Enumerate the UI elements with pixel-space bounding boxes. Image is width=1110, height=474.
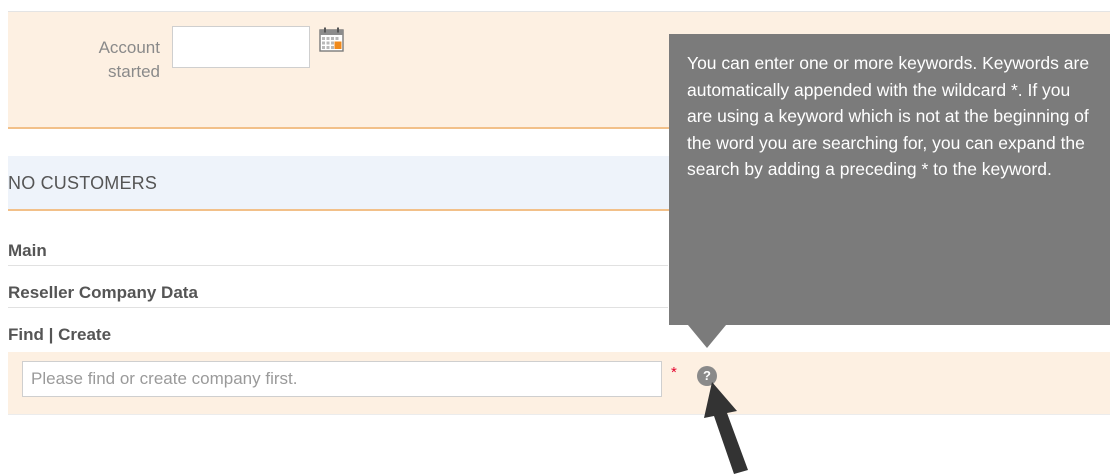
find-create-separator: | [48,325,54,344]
find-link[interactable]: Find [8,325,44,344]
find-create-links: Find | Create [8,325,111,345]
nav-divider [8,265,668,266]
company-row-divider [8,414,1110,415]
tooltip-text: You can enter one or more keywords. Keyw… [687,53,1090,179]
nav-reseller-company-data-link[interactable]: Reseller Company Data [8,283,198,303]
account-started-label: Account started [98,38,160,81]
tooltip-pointer [688,325,726,348]
account-started-input[interactable] [172,26,310,68]
company-search-input[interactable] [22,361,662,397]
create-link[interactable]: Create [58,325,111,344]
required-marker: * [671,364,677,381]
calendar-icon[interactable] [319,27,344,52]
section-title: NO CUSTOMERS [8,173,158,193]
nav-divider [8,307,668,308]
pointer-arrow-icon [704,382,748,474]
nav-main-link[interactable]: Main [8,241,47,261]
help-tooltip: You can enter one or more keywords. Keyw… [669,34,1110,325]
